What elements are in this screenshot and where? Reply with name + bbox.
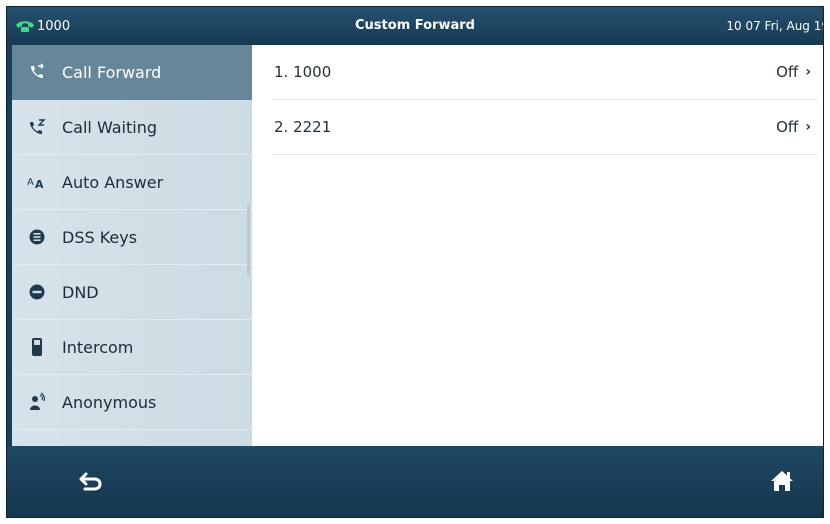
sidebar-item-anonymous[interactable]: Anonymous [12, 375, 252, 430]
account-status: Off [776, 63, 799, 81]
sidebar-item-label: Call Waiting [62, 117, 158, 137]
sidebar-item-label: DSS Keys [62, 227, 138, 247]
chevron-right-icon: › [805, 64, 811, 80]
sidebar-item-intercom[interactable]: Intercom [12, 320, 252, 375]
page-title: Custom Forward [355, 18, 475, 33]
status-bar: 1000 Custom Forward 10 07 Fri, Aug 19 [7, 7, 823, 45]
phone-screen: 1000 Custom Forward 10 07 Fri, Aug 19 Ca… [6, 6, 824, 518]
account-list: 1. 1000 Off › 2. 2221 Off › [252, 45, 823, 446]
sidebar-scrollbar[interactable] [247, 205, 250, 275]
sidebar: Call Forward Call Waiting AA Auto Answer… [12, 45, 252, 446]
datetime: 10 07 Fri, Aug 19 [726, 19, 824, 33]
sidebar-item-call-waiting[interactable]: Call Waiting [12, 100, 252, 155]
sidebar-item-label: Auto Answer [62, 172, 164, 192]
anonymous-icon [26, 391, 48, 413]
sidebar-item-label: Call Forward [62, 62, 162, 82]
dnd-icon [26, 281, 48, 303]
bottom-bar [7, 446, 823, 517]
call-forward-icon [26, 61, 48, 83]
auto-answer-icon: AA [26, 171, 48, 193]
svg-text:A: A [27, 177, 34, 188]
home-icon [768, 471, 796, 499]
list-item-account-1[interactable]: 1. 1000 Off › [272, 45, 817, 100]
sidebar-item-label: Anonymous [62, 392, 157, 412]
sidebar-item-label: Intercom [62, 337, 134, 357]
chevron-right-icon: › [805, 119, 811, 135]
dss-keys-icon [26, 226, 48, 248]
list-item-account-2[interactable]: 2. 2221 Off › [272, 100, 817, 155]
svg-text:A: A [35, 178, 44, 190]
intercom-icon [26, 336, 48, 358]
account-label: 1. 1000 [274, 63, 332, 81]
account-status: Off [776, 118, 799, 136]
sidebar-item-dnd[interactable]: DND [12, 265, 252, 320]
sidebar-item-auto-answer[interactable]: AA Auto Answer [12, 155, 252, 210]
sidebar-item-label: DND [62, 282, 99, 302]
account-label: 2. 2221 [274, 118, 332, 136]
sidebar-item-call-forward[interactable]: Call Forward [12, 45, 252, 100]
call-waiting-icon [26, 116, 48, 138]
home-button[interactable] [768, 467, 796, 495]
back-icon [77, 472, 105, 500]
back-button[interactable] [77, 468, 105, 496]
sidebar-item-dss-keys[interactable]: DSS Keys [12, 210, 252, 265]
